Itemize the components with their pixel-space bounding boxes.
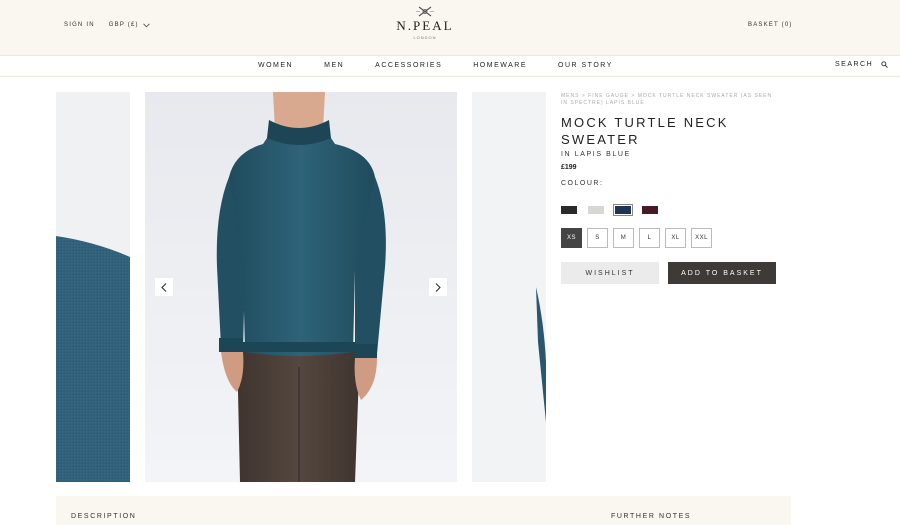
swatch-light-grey[interactable] [588,206,604,214]
knit-closeup-image [56,236,130,482]
gallery-image-previous[interactable] [56,92,130,482]
logo-wordmark: N.PEAL [396,18,454,33]
model-photo [145,92,457,482]
nav-item-homeware[interactable]: HOMEWARE [473,62,527,69]
swatch-black[interactable] [561,206,577,214]
gallery-image-next[interactable] [472,92,546,482]
size-selector: XS S M L XL XXL [561,228,712,248]
swatch-lapis-blue[interactable] [613,204,633,216]
size-option-xxl[interactable]: XXL [691,228,712,248]
nav-item-men[interactable]: MEN [324,62,344,69]
wishlist-button[interactable]: WISHLIST [561,262,659,284]
gallery-prev-button[interactable] [155,278,173,296]
product-title: MOCK TURTLE NECK SWEATER [561,115,729,147]
side-view-image [536,287,546,422]
breadcrumb-separator: > [629,93,638,99]
currency-label: GBP (£) [108,22,139,28]
breadcrumb-item-mens[interactable]: MENS [561,93,579,99]
chevron-left-icon [161,282,167,292]
search-button[interactable]: SEARCH [835,61,889,68]
main-nav: WOMEN MEN ACCESSORIES HOMEWARE OUR STORY… [0,55,900,77]
brand-logo[interactable]: N.PEAL LONDON [395,6,455,40]
colour-swatches [561,204,658,216]
breadcrumb: MENS > FINE GAUGE > MOCK TURTLE NECK SWE… [561,93,781,107]
product-main-image [145,92,457,482]
basket-link[interactable]: BASKET (0) [748,22,793,28]
tab-further-notes[interactable]: FURTHER NOTES [611,513,691,520]
details-tabs: DESCRIPTION FURTHER NOTES [56,496,791,525]
swatch-burgundy[interactable] [642,206,658,214]
nav-item-women[interactable]: WOMEN [258,62,293,69]
size-option-xl[interactable]: XL [665,228,686,248]
breadcrumb-separator: > [579,93,589,99]
logo-subtitle: LONDON [413,35,437,40]
size-option-m[interactable]: M [613,228,634,248]
currency-selector[interactable]: GBP (£) [109,22,150,28]
nav-item-our-story[interactable]: OUR STORY [558,62,613,69]
nav-menu: WOMEN MEN ACCESSORIES HOMEWARE OUR STORY [258,62,613,69]
gallery-next-button[interactable] [429,278,447,296]
product-price: £199 [561,164,577,171]
chevron-right-icon [435,282,441,292]
breadcrumb-item-fine-gauge[interactable]: FINE GAUGE [588,93,629,99]
sign-in-link[interactable]: SIGN IN [64,22,95,28]
size-option-s[interactable]: S [587,228,608,248]
search-icon [881,61,889,68]
search-label: SEARCH [835,61,874,68]
logo-crest-icon [416,6,434,17]
product-colour-subtitle: IN LAPIS BLUE [561,151,631,158]
top-bar: SIGN IN GBP (£) N.PEAL LONDON BASKET (0) [0,0,900,55]
account-controls: SIGN IN GBP (£) [64,22,150,28]
size-option-xs[interactable]: XS [561,228,582,248]
size-option-l[interactable]: L [639,228,660,248]
nav-item-accessories[interactable]: ACCESSORIES [375,62,442,69]
add-to-basket-button[interactable]: ADD TO BASKET [668,262,776,284]
colour-label: COLOUR: [561,180,604,187]
tab-description[interactable]: DESCRIPTION [71,513,136,520]
chevron-down-icon [142,22,150,27]
